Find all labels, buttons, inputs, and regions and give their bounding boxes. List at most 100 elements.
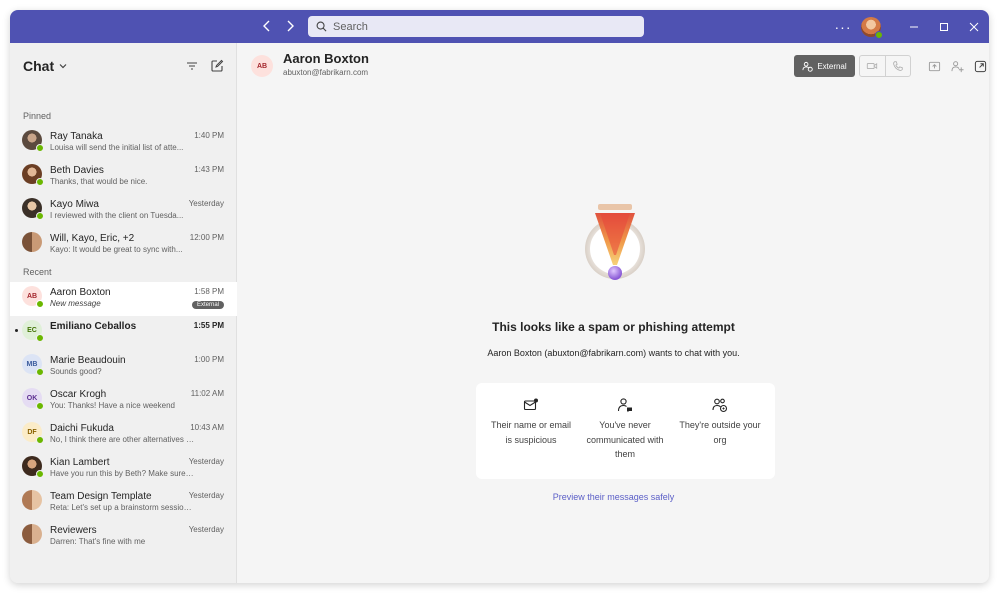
chat-item-kian-lambert[interactable]: Kian Lambert Yesterday Have you run this… xyxy=(10,452,237,486)
avatar: AB xyxy=(22,286,44,308)
presence-available-icon xyxy=(36,212,44,220)
reason-text: You've never communicated with them xyxy=(586,420,664,459)
avatar xyxy=(22,456,44,478)
share-screen-button[interactable] xyxy=(926,58,942,74)
chat-preview: Have you run this by Beth? Make sure she… xyxy=(50,469,195,478)
chat-name: Will, Kayo, Eric, +2 xyxy=(50,233,135,244)
chat-item-kayo-miwa[interactable]: Kayo Miwa Yesterday I reviewed with the … xyxy=(10,194,237,228)
chat-time: 11:02 AM xyxy=(190,389,224,398)
chat-item-ray-tanaka[interactable]: Ray Tanaka 1:40 PM Louisa will send the … xyxy=(10,126,237,160)
close-button[interactable] xyxy=(959,10,989,43)
avatar xyxy=(22,130,44,152)
search-box[interactable] xyxy=(308,16,644,37)
chat-header: AB Aaron Boxton abuxton@fabrikarn.com Ex… xyxy=(238,43,989,87)
presence-available-icon xyxy=(36,144,44,152)
search-icon xyxy=(316,21,327,32)
avatar-initials: DF xyxy=(27,428,37,436)
avatar xyxy=(22,164,44,186)
preview-messages-link[interactable]: Preview their messages safely xyxy=(238,492,989,502)
chat-preview: Louisa will send the initial list of att… xyxy=(50,143,184,152)
filter-icon[interactable] xyxy=(184,58,200,74)
warning-title: This looks like a spam or phishing attem… xyxy=(492,320,735,334)
presence-available-icon xyxy=(36,178,44,186)
avatar-initials: EC xyxy=(27,326,37,334)
chat-time: Yesterday xyxy=(188,199,224,208)
chat-time: 1:55 PM xyxy=(193,321,224,330)
audio-call-button[interactable] xyxy=(886,56,911,76)
chat-name: Aaron Boxton xyxy=(50,287,111,298)
pinned-section-label: Pinned xyxy=(23,111,52,121)
chat-preview: Darren: That's fine with me xyxy=(50,537,146,546)
chat-preview: Sounds good? xyxy=(50,367,102,376)
chat-name: Team Design Template xyxy=(50,491,152,502)
chat-name: Kian Lambert xyxy=(50,457,110,468)
chat-item-team-design-template[interactable]: Team Design Template Yesterday Reta: Let… xyxy=(10,486,237,520)
presence-available-icon xyxy=(36,300,44,308)
chat-time: Yesterday xyxy=(188,457,224,466)
presence-available-icon xyxy=(36,368,44,376)
chat-item-marie-beaudouin[interactable]: MB Marie Beaudouin 1:00 PM Sounds good? xyxy=(10,350,237,384)
avatar xyxy=(22,198,44,220)
new-chat-icon[interactable] xyxy=(209,58,225,74)
chat-preview: Kayo: It would be great to sync with... xyxy=(50,245,183,254)
chat-item-group-will-kayo-eric[interactable]: Will, Kayo, Eric, +2 12:00 PM Kayo: It w… xyxy=(10,228,237,262)
more-options-button[interactable]: ··· xyxy=(831,19,855,35)
pop-out-chat-icon xyxy=(974,60,986,72)
external-button[interactable]: External xyxy=(794,55,855,77)
chat-item-beth-davies[interactable]: Beth Davies 1:43 PM Thanks, that would b… xyxy=(10,160,237,194)
chat-preview: I reviewed with the client on Tuesda... xyxy=(50,211,184,220)
chat-item-oscar-krogh[interactable]: OK Oscar Krogh 11:02 AM You: Thanks! Hav… xyxy=(10,384,237,418)
video-call-button[interactable] xyxy=(860,56,886,76)
external-label: External xyxy=(817,61,847,71)
chat-list-pane: Chat Pinned Ray Tanaka 1:40 PM Louisa wi… xyxy=(10,43,237,583)
chat-time: 12:00 PM xyxy=(189,233,224,242)
chat-name: Ray Tanaka xyxy=(50,131,103,142)
contact-email: abuxton@fabrikarn.com xyxy=(283,68,369,77)
chat-item-reviewers[interactable]: Reviewers Yesterday Darren: That's fine … xyxy=(10,520,237,554)
chat-item-emiliano-ceballos[interactable]: EC Emiliano Ceballos 1:55 PM xyxy=(10,316,237,350)
back-arrow-icon[interactable] xyxy=(259,18,275,34)
chat-name: Beth Davies xyxy=(50,165,104,176)
avatar: OK xyxy=(22,388,44,410)
group-avatar xyxy=(22,490,42,510)
forward-arrow-icon[interactable] xyxy=(282,18,298,34)
pop-out-button[interactable] xyxy=(972,58,988,74)
presence-available-icon xyxy=(36,436,44,444)
chat-title[interactable]: Chat xyxy=(23,58,54,74)
maximize-button[interactable] xyxy=(929,10,959,43)
video-camera-icon xyxy=(867,63,878,69)
chat-item-daichi-fukuda[interactable]: DF Daichi Fukuda 10:43 AM No, I think th… xyxy=(10,418,237,452)
avatar-initials: AB xyxy=(26,292,38,300)
contact-avatar[interactable]: AB xyxy=(251,55,273,77)
person-chat-icon xyxy=(617,398,632,413)
call-button-group xyxy=(859,55,911,77)
chat-name: Reviewers xyxy=(50,525,97,536)
presence-available-icon xyxy=(36,334,44,342)
reason-text: Their name or email is suspicious xyxy=(490,420,572,445)
warning-subtitle: Aaron Boxton (abuxton@fabrikarn.com) wan… xyxy=(487,348,740,358)
minimize-icon xyxy=(910,26,918,27)
reason-suspicious-name: Their name or email is suspicious xyxy=(483,383,579,479)
search-input[interactable] xyxy=(333,20,623,33)
presence-available-icon xyxy=(36,470,44,478)
add-people-icon xyxy=(950,60,964,72)
chevron-down-icon[interactable] xyxy=(58,61,68,71)
contact-name[interactable]: Aaron Boxton xyxy=(283,51,369,66)
people-external-icon xyxy=(712,398,728,413)
chat-item-aaron-boxton[interactable]: AB Aaron Boxton 1:58 PM New message Exte… xyxy=(10,282,237,316)
warning-shield-icon xyxy=(585,204,645,280)
mail-alert-icon xyxy=(523,398,538,411)
chat-time: Yesterday xyxy=(188,491,224,500)
chat-preview: Reta: Let's set up a brainstorm session … xyxy=(50,503,195,512)
chat-time: 1:58 PM xyxy=(194,287,224,296)
chat-name: Emiliano Ceballos xyxy=(50,321,137,332)
share-screen-icon xyxy=(928,61,940,71)
maximize-icon xyxy=(940,22,948,31)
minimize-button[interactable] xyxy=(899,10,929,43)
chat-list-header: Chat xyxy=(10,43,237,88)
add-people-button[interactable] xyxy=(949,58,965,74)
chat-time: 1:40 PM xyxy=(194,131,224,140)
avatar-initials: OK xyxy=(26,394,38,402)
chat-name: Oscar Krogh xyxy=(50,389,107,400)
user-avatar[interactable] xyxy=(861,16,883,39)
